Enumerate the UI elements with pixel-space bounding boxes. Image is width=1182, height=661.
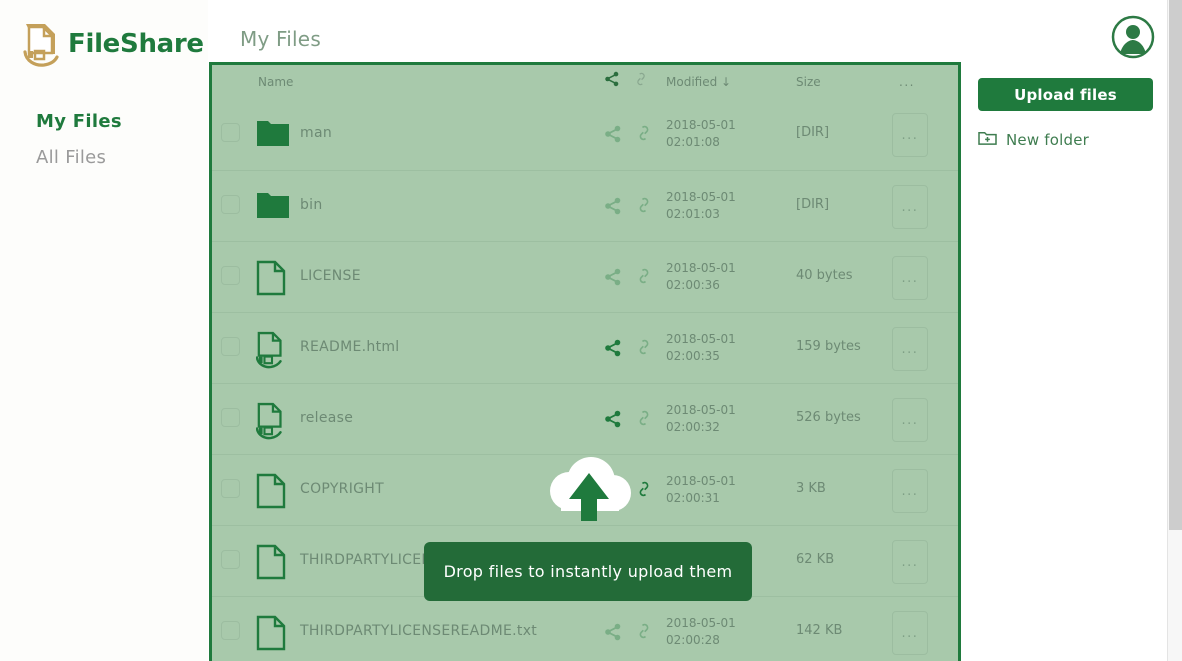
file-size: 526 bytes [796,410,861,425]
file-name[interactable]: README.html [300,339,400,355]
sidebar-nav: My Files All Files [0,104,208,176]
file-size: 40 bytes [796,268,853,283]
file-name[interactable]: man [300,125,332,141]
share-icon [604,71,620,90]
link-icon[interactable] [636,480,652,498]
file-name[interactable]: COPYRIGHT [300,481,384,497]
avatar[interactable] [1111,15,1155,59]
sidebar-item-all-files[interactable]: All Files [36,140,208,176]
file-modified: 2018-05-01 02:00:28 [666,616,736,647]
document-hand-icon [16,18,66,70]
share-icon[interactable] [604,268,622,286]
table-row[interactable]: COPYRIGHT 2018-05-01 02:00:31 3 KB... [212,454,958,525]
folder-icon [256,189,290,225]
sidebar-item-my-files[interactable]: My Files [36,104,208,140]
file-size: 3 KB [796,481,826,496]
brand-logo[interactable]: FileShare [0,0,208,70]
file-size: [DIR] [796,125,830,140]
file-modified: 2018-05-01 02:00:35 [666,332,736,363]
scrollbar-thumb[interactable] [1169,0,1182,530]
row-checkbox[interactable] [221,195,240,214]
row-checkbox[interactable] [221,479,240,498]
file-modified: 2018-05-01 02:01:03 [666,190,736,221]
user-avatar-icon [1111,15,1155,59]
file-modified: 2018-05-01 02:01:08 [666,118,736,149]
row-more-button[interactable]: ... [892,398,928,442]
row-more-button[interactable]: ... [892,540,928,584]
new-folder-label: New folder [1006,130,1090,149]
folder-icon [256,117,290,153]
row-more-button[interactable]: ... [892,185,928,229]
file-size: 142 KB [796,623,843,638]
row-checkbox[interactable] [221,337,240,356]
file-name[interactable]: release [300,410,353,426]
table-row[interactable]: LICENSE 2018-05-01 02:00:36 40 bytes... [212,241,958,312]
share-icon[interactable] [604,339,622,357]
sidebar: FileShare My Files All Files [0,0,208,661]
file-icon [256,544,290,580]
app-root: FileShare My Files All Files My Files Na… [0,0,1182,661]
table-row[interactable]: THIRDPARTYLICENSEREADME.txt 2018-05-01 02:… [212,596,958,661]
link-icon[interactable] [636,267,652,285]
column-header-size[interactable]: Size [796,75,821,89]
page-scrollbar[interactable] [1167,0,1182,661]
column-header-modified[interactable]: Modified ↓ [666,75,731,89]
row-checkbox[interactable] [221,123,240,142]
table-row[interactable]: release 2018-05-01 02:00:32 526 bytes... [212,383,958,454]
file-icon [256,260,290,296]
column-header-name[interactable]: Name [258,75,293,89]
table-row[interactable]: README.html 2018-05-01 02:00:35 159 bytes..… [212,312,958,383]
row-checkbox[interactable] [221,266,240,285]
file-size: 62 KB [796,552,835,567]
row-more-button[interactable]: ... [892,469,928,513]
link-icon[interactable] [636,124,652,142]
file-icon [256,615,290,651]
page-title: My Files [240,27,321,51]
upload-files-button[interactable]: Upload files [978,78,1153,111]
table-row[interactable]: bin 2018-05-01 02:01:03 [DIR]... [212,170,958,241]
link-icon[interactable] [636,196,652,214]
link-icon[interactable] [636,622,652,640]
share-icon[interactable] [604,623,622,641]
file-name[interactable]: LICENSE [300,268,361,284]
actions-panel: Upload files New folder [978,78,1158,150]
row-more-button[interactable]: ... [892,611,928,655]
dropzone-message: Drop files to instantly upload them [443,562,733,581]
folder-plus-icon [978,129,997,150]
file-modified: 2018-05-01 02:00:32 [666,403,736,434]
column-header-more[interactable]: ... [899,75,915,89]
new-folder-button[interactable]: New folder [978,129,1158,150]
row-more-button[interactable]: ... [892,113,928,157]
file-icon [256,473,290,509]
row-checkbox[interactable] [221,621,240,640]
table-row[interactable]: man 2018-05-01 02:01:08 [DIR]... [212,99,958,170]
share-icon[interactable] [604,481,622,499]
file-size: 159 bytes [796,339,861,354]
file-drop-zone[interactable]: Name Modified ↓ Size ... man 2018-05-01 02… [209,62,961,661]
file-name[interactable]: bin [300,197,323,213]
file-name[interactable]: THIRDPARTYLICENSEREADME.txt [300,623,537,639]
file-modified: 2018-05-01 02:00:31 [666,474,736,505]
shared-file-icon [255,331,290,369]
file-size: [DIR] [796,197,830,212]
shared-file-icon [255,402,290,440]
share-icon[interactable] [604,410,622,428]
dropzone-tooltip: Drop files to instantly upload them [424,542,752,601]
file-modified: 2018-05-01 02:00:36 [666,261,736,292]
brand-name: FileShare [68,29,204,59]
row-more-button[interactable]: ... [892,256,928,300]
share-icon[interactable] [604,197,622,215]
link-icon[interactable] [636,409,652,427]
row-more-button[interactable]: ... [892,327,928,371]
row-checkbox[interactable] [221,550,240,569]
link-icon[interactable] [636,338,652,356]
row-checkbox[interactable] [221,408,240,427]
table-header: Name Modified ↓ Size ... [212,65,958,99]
link-icon [634,71,648,90]
share-icon[interactable] [604,125,622,143]
